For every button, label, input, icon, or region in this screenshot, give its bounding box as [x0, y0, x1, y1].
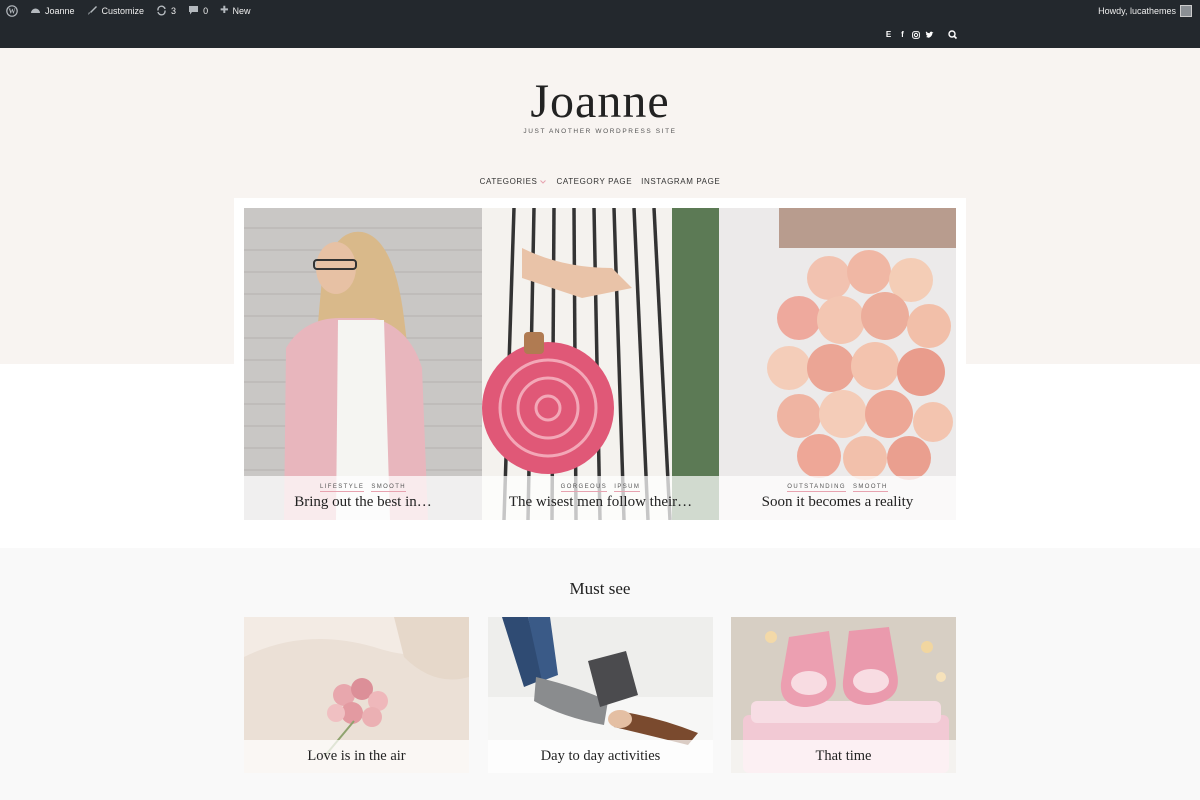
- comment-icon: [189, 6, 199, 15]
- facebook-icon[interactable]: f: [898, 30, 907, 39]
- account-menu[interactable]: Howdy, lucathemes: [1098, 4, 1200, 17]
- slide-categories: LIFESTYLE SMOOTH: [244, 484, 482, 492]
- wordpress-icon: W: [6, 4, 18, 17]
- must-see-card-1[interactable]: Love is in the air: [244, 617, 469, 773]
- site-title[interactable]: Joanne: [0, 74, 1200, 129]
- slide-3[interactable]: OUTSTANDING SMOOTH Soon it becomes a rea…: [719, 208, 956, 520]
- new-content-link[interactable]: ✚ New: [214, 0, 256, 21]
- avatar: [1180, 4, 1192, 17]
- customize-label: Customize: [101, 5, 145, 16]
- must-see-card-2[interactable]: Day to day activities: [488, 617, 713, 773]
- slide-title[interactable]: Soon it becomes a reality: [719, 494, 956, 511]
- twitter-icon[interactable]: [925, 26, 934, 44]
- updates-count: 3: [171, 5, 177, 16]
- card-title[interactable]: That time: [731, 740, 956, 773]
- category-link[interactable]: SMOOTH: [852, 484, 888, 492]
- customize-link[interactable]: Customize: [81, 0, 151, 21]
- svg-text:W: W: [9, 7, 16, 15]
- slide-categories: GORGEOUS IPSUM: [482, 484, 719, 492]
- slide-title[interactable]: The wisest men follow their…: [482, 494, 719, 511]
- plus-icon: ✚: [220, 5, 229, 16]
- must-see-heading: Must see: [569, 579, 631, 598]
- comments-link[interactable]: 0: [182, 0, 214, 21]
- slide-image: [244, 208, 482, 520]
- slide-caption: OUTSTANDING SMOOTH Soon it becomes a rea…: [719, 476, 956, 520]
- slide-title[interactable]: Bring out the best in…: [244, 494, 482, 511]
- nav-item-category-page[interactable]: CATEGORY PAGE: [556, 177, 632, 186]
- site-tagline: JUST ANOTHER WORDPRESS SITE: [523, 128, 677, 135]
- site-name-link[interactable]: Joanne: [24, 0, 81, 21]
- category-link[interactable]: SMOOTH: [371, 484, 407, 492]
- category-link[interactable]: IPSUM: [614, 484, 641, 492]
- nav-item-categories[interactable]: CATEGORIES: [480, 177, 548, 186]
- search-icon[interactable]: [946, 28, 960, 42]
- site-name-label: Joanne: [45, 5, 75, 16]
- brush-icon: [87, 6, 97, 15]
- slide-image: [482, 208, 719, 520]
- dashboard-icon: [31, 8, 40, 13]
- card-title[interactable]: Day to day activities: [488, 740, 713, 773]
- updates-link[interactable]: 3: [150, 0, 182, 21]
- category-link[interactable]: GORGEOUS: [560, 484, 608, 492]
- nav-item-label: CATEGORIES: [479, 177, 538, 186]
- must-see-card-3[interactable]: That time: [731, 617, 956, 773]
- greeting-text: Howdy, lucathemes: [1098, 5, 1176, 16]
- top-bar: E f: [0, 21, 1200, 48]
- slide-2[interactable]: GORGEOUS IPSUM The wisest men follow the…: [482, 208, 719, 520]
- slide-caption: GORGEOUS IPSUM The wisest men follow the…: [482, 476, 719, 520]
- e-social-icon[interactable]: E: [884, 30, 893, 39]
- nav-item-label: CATEGORY PAGE: [556, 177, 633, 186]
- comments-count: 0: [203, 5, 209, 16]
- slide-1[interactable]: LIFESTYLE SMOOTH Bring out the best in…: [244, 208, 482, 520]
- chevron-down-icon: [540, 179, 547, 184]
- nav-item-label: INSTAGRAM PAGE: [641, 177, 721, 186]
- instagram-icon[interactable]: [912, 26, 920, 44]
- slide-categories: OUTSTANDING SMOOTH: [719, 484, 956, 492]
- slide-caption: LIFESTYLE SMOOTH Bring out the best in…: [244, 476, 482, 520]
- new-label: New: [232, 5, 251, 16]
- updates-icon: [157, 5, 166, 16]
- admin-bar: W Joanne Customize 3 0 ✚ New Howdy, luca…: [0, 0, 1200, 21]
- main-navigation: CATEGORIES CATEGORY PAGE INSTAGRAM PAGE: [0, 177, 1200, 186]
- card-title[interactable]: Love is in the air: [244, 740, 469, 773]
- category-link[interactable]: LIFESTYLE: [319, 484, 365, 492]
- slide-image: [719, 208, 956, 520]
- nav-item-instagram-page[interactable]: INSTAGRAM PAGE: [641, 177, 720, 186]
- wordpress-logo-button[interactable]: W: [0, 0, 24, 21]
- category-link[interactable]: OUTSTANDING: [787, 484, 846, 492]
- social-links: E f: [884, 21, 934, 48]
